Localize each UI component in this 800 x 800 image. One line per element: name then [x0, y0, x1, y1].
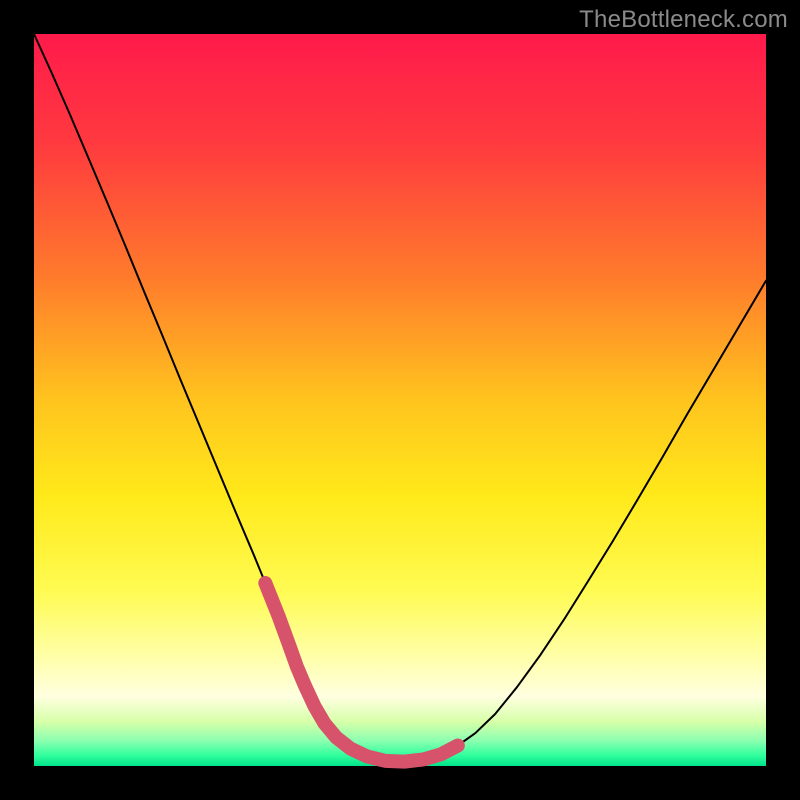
gradient-background — [34, 34, 766, 766]
bottleneck-chart — [0, 0, 800, 800]
watermark-text: TheBottleneck.com — [579, 6, 788, 34]
chart-frame: { "watermark": "TheBottleneck.com", "cha… — [0, 0, 800, 800]
